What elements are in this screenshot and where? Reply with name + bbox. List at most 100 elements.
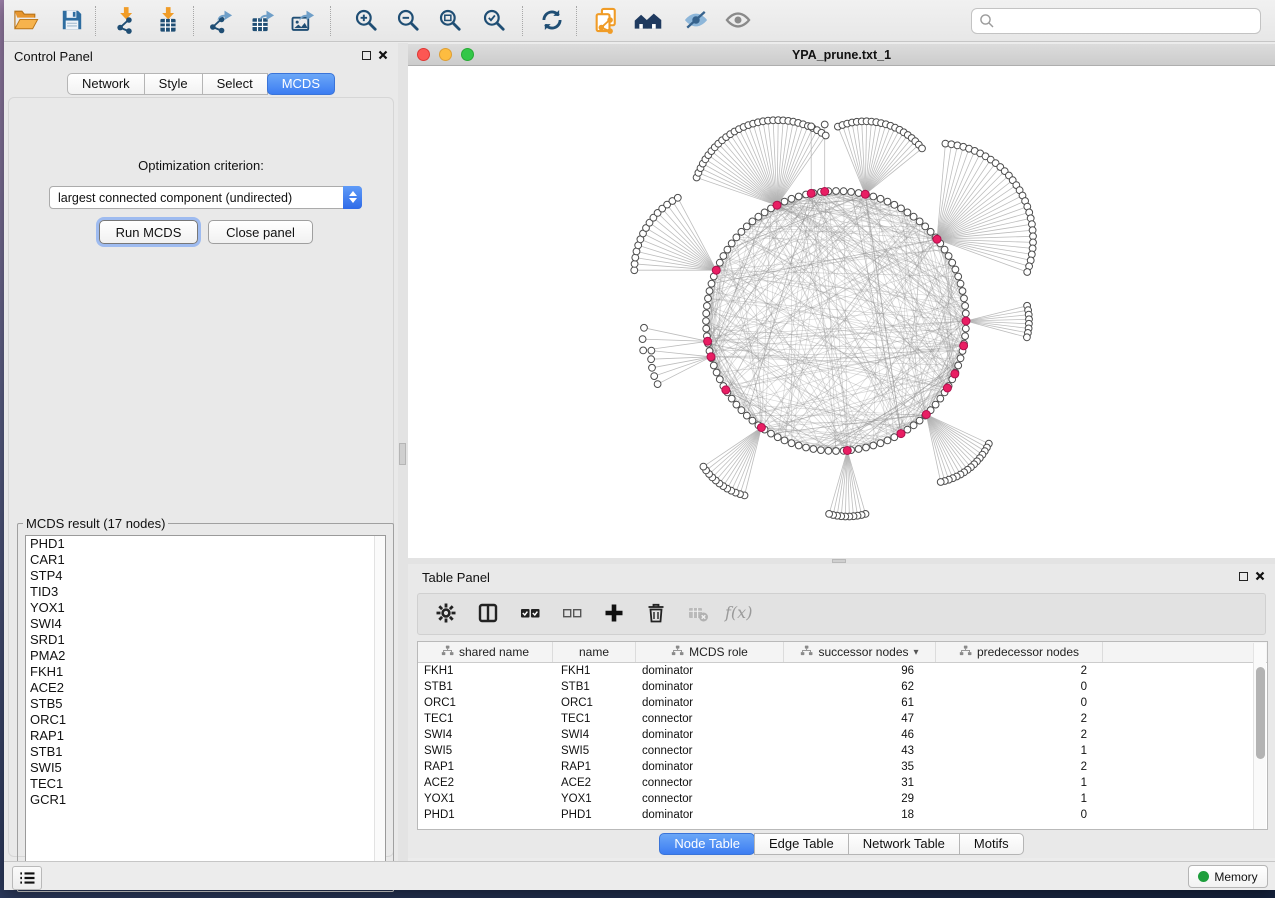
table-row[interactable]: SWI5SWI5connector431 — [418, 743, 1267, 759]
mcds-result-item[interactable]: STB1 — [26, 744, 385, 760]
function-builder-button: f(x) — [726, 600, 754, 628]
column-header-shared_name[interactable]: shared name — [418, 642, 553, 662]
delete-column-button[interactable] — [642, 600, 670, 628]
column-header-mcds_role[interactable]: MCDS role — [636, 642, 784, 662]
column-selector-button[interactable] — [474, 600, 502, 628]
vertical-splitter-handle[interactable] — [399, 443, 406, 465]
hide-selected-button[interactable] — [680, 5, 712, 37]
cell-mcds_role: dominator — [636, 695, 784, 711]
save-session-button[interactable] — [56, 5, 88, 37]
function-builder-icon: f(x) — [723, 601, 757, 628]
show-all-icon — [724, 6, 752, 37]
table-row[interactable]: SWI4SWI4dominator462 — [418, 727, 1267, 743]
mcds-result-item[interactable]: GCR1 — [26, 792, 385, 808]
column-header-name[interactable]: name — [553, 642, 636, 662]
import-table-button[interactable] — [152, 5, 184, 37]
select-all-rows-button[interactable] — [516, 600, 544, 628]
memory-button[interactable]: Memory — [1188, 865, 1268, 888]
table-row[interactable]: TEC1TEC1connector472 — [418, 711, 1267, 727]
export-network-button[interactable] — [205, 5, 237, 37]
mcds-result-item[interactable]: SWI5 — [26, 760, 385, 776]
mcds-result-item[interactable]: PHD1 — [26, 536, 385, 552]
vertical-splitter[interactable] — [398, 43, 408, 862]
mcds-result-item[interactable]: TID3 — [26, 584, 385, 600]
cell-predecessor_nodes: 2 — [936, 711, 1103, 727]
table-toolbar: f(x) — [417, 593, 1266, 635]
close-table-panel-icon[interactable] — [1255, 571, 1265, 581]
table-settings-button[interactable] — [432, 600, 460, 628]
mcds-result-item[interactable]: CAR1 — [26, 552, 385, 568]
mcds-result-item[interactable]: YOX1 — [26, 600, 385, 616]
zoom-fit-button[interactable] — [434, 5, 466, 37]
table-body: FKH1FKH1dominator962STB1STB1dominator620… — [418, 663, 1267, 823]
cell-mcds_role: dominator — [636, 759, 784, 775]
tab-network-table[interactable]: Network Table — [848, 833, 960, 855]
tab-select[interactable]: Select — [202, 73, 268, 95]
mcds-result-item[interactable]: RAP1 — [26, 728, 385, 744]
desktop-wallpaper: Control Panel NetworkStyleSelectMCDS Opt… — [0, 0, 1275, 898]
table-row[interactable]: ORC1ORC1dominator610 — [418, 695, 1267, 711]
toolbar-separator — [193, 6, 194, 36]
tab-mcds[interactable]: MCDS — [267, 73, 335, 95]
add-column-button[interactable] — [600, 600, 628, 628]
control-panel-title: Control Panel — [14, 49, 93, 64]
mcds-result-item[interactable]: TEC1 — [26, 776, 385, 792]
table-row[interactable]: ACE2ACE2connector311 — [418, 775, 1267, 791]
table-scrollbar[interactable] — [1253, 643, 1266, 829]
horizontal-splitter-handle[interactable] — [832, 559, 846, 563]
refresh-layout-button[interactable] — [536, 5, 568, 37]
mcds-result-item[interactable]: ACE2 — [26, 680, 385, 696]
run-mcds-button[interactable]: Run MCDS — [99, 220, 198, 244]
network-graph[interactable] — [408, 66, 1275, 558]
zoom-out-button[interactable] — [392, 5, 424, 37]
table-scrollbar-thumb[interactable] — [1256, 667, 1265, 759]
show-all-button[interactable] — [722, 5, 754, 37]
tab-node-table[interactable]: Node Table — [659, 833, 755, 855]
mcds-result-list[interactable]: PHD1CAR1STP4TID3YOX1SWI4SRD1PMA2FKH1ACE2… — [25, 535, 386, 887]
float-table-panel-icon[interactable] — [1239, 572, 1248, 581]
task-history-button[interactable] — [12, 866, 42, 890]
duplicate-network-button[interactable] — [590, 5, 622, 37]
import-network-button[interactable] — [110, 5, 142, 37]
deselect-all-rows-button[interactable] — [558, 600, 586, 628]
table-row[interactable]: FKH1FKH1dominator962 — [418, 663, 1267, 679]
mcds-result-item[interactable]: FKH1 — [26, 664, 385, 680]
cell-name: ACE2 — [553, 775, 636, 791]
zoom-selected-icon — [481, 7, 507, 36]
tab-motifs[interactable]: Motifs — [959, 833, 1024, 855]
tab-style[interactable]: Style — [144, 73, 203, 95]
column-header-predecessor_nodes[interactable]: predecessor nodes — [936, 642, 1103, 662]
table-row[interactable]: YOX1YOX1connector291 — [418, 791, 1267, 807]
table-row[interactable]: PHD1PHD1dominator180 — [418, 807, 1267, 823]
table-row[interactable]: RAP1RAP1dominator352 — [418, 759, 1267, 775]
close-panel-button[interactable]: Close panel — [208, 220, 313, 244]
first-neighbors-button[interactable] — [632, 5, 664, 37]
float-panel-icon[interactable] — [362, 51, 371, 60]
search-input[interactable] — [995, 11, 1260, 31]
delete-table-button — [684, 600, 712, 628]
cell-predecessor_nodes: 1 — [936, 775, 1103, 791]
tab-edge-table[interactable]: Edge Table — [754, 833, 849, 855]
optimization-select[interactable]: largest connected component (undirected) — [49, 186, 362, 209]
network-canvas[interactable] — [408, 66, 1275, 558]
mcds-list-scrollbar[interactable] — [374, 536, 385, 886]
zoom-in-button[interactable] — [350, 5, 382, 37]
mcds-result-item[interactable]: SRD1 — [26, 632, 385, 648]
mcds-result-item[interactable]: STB5 — [26, 696, 385, 712]
zoom-selected-button[interactable] — [478, 5, 510, 37]
table-row[interactable]: STB1STB1dominator620 — [418, 679, 1267, 695]
open-file-button[interactable] — [10, 5, 42, 37]
cell-predecessor_nodes: 2 — [936, 727, 1103, 743]
export-table-button[interactable] — [247, 5, 279, 37]
export-image-button[interactable] — [287, 5, 319, 37]
column-header-successor_nodes[interactable]: successor nodes▾ — [784, 642, 936, 662]
memory-label: Memory — [1214, 870, 1257, 884]
mcds-result-item[interactable]: PMA2 — [26, 648, 385, 664]
mcds-result-item[interactable]: SWI4 — [26, 616, 385, 632]
table-header-row: shared namenameMCDS rolesuccessor nodes▾… — [418, 642, 1267, 663]
close-panel-icon[interactable] — [378, 50, 388, 60]
mcds-result-item[interactable]: STP4 — [26, 568, 385, 584]
open-file-icon — [12, 6, 40, 37]
tab-network[interactable]: Network — [67, 73, 145, 95]
mcds-result-item[interactable]: ORC1 — [26, 712, 385, 728]
